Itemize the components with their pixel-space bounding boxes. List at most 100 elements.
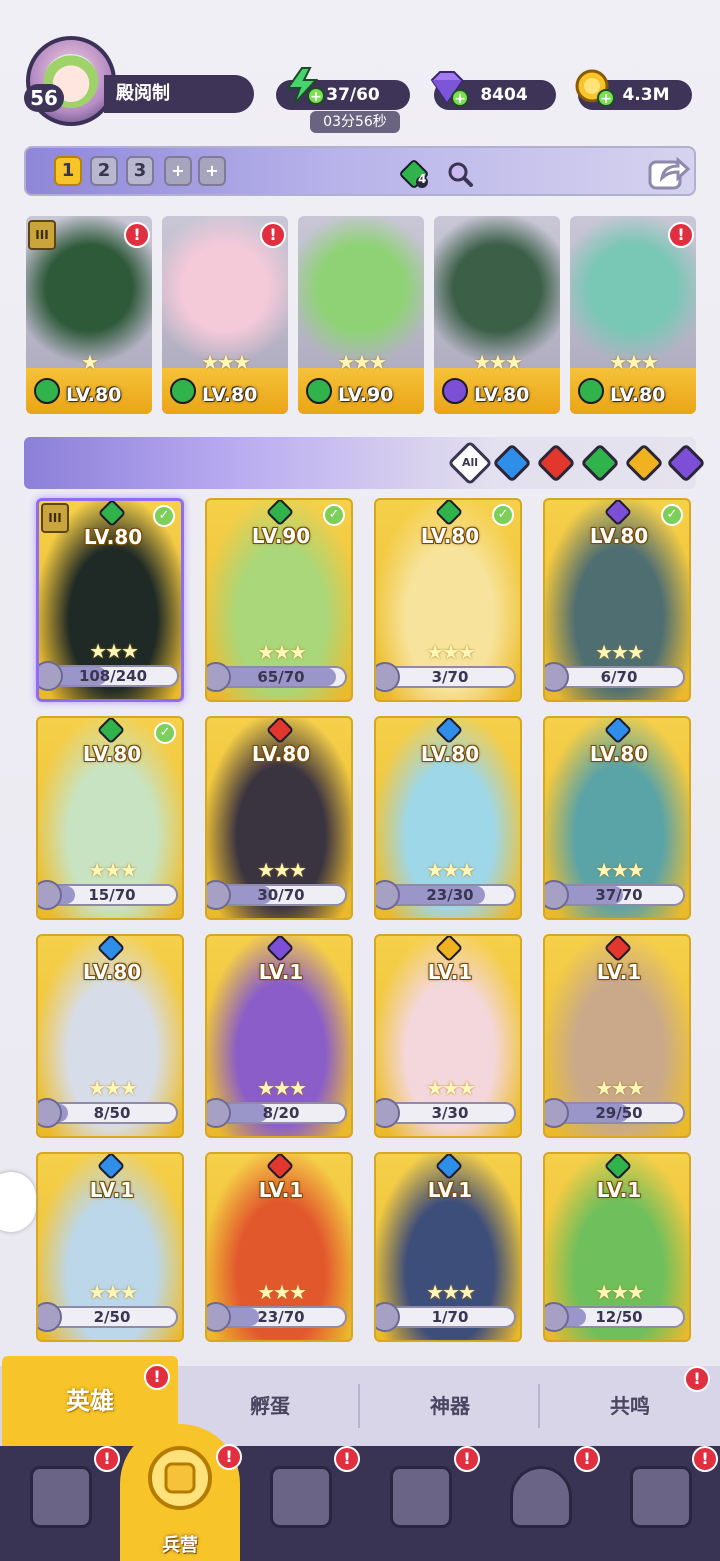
alert-icon: ! [334,1446,360,1472]
hero-card[interactable]: LV.90 ✓ ★★★ 65/70 [205,498,353,702]
star-rating: ★★★ [609,350,659,374]
alert-icon: ! [684,1366,710,1392]
add-team-button[interactable]: + [164,156,192,186]
share-icon[interactable] [646,152,690,192]
hero-card[interactable]: LV.80 ✓ ★★★ 15/70 [36,716,184,920]
team-tab-1[interactable]: 1 [54,156,82,186]
hero-card[interactable]: LV.1 ★★★ 2/50 [36,1152,184,1342]
shard-progress-text: 1/70 [431,1308,469,1326]
shard-progress-text: 65/70 [257,668,305,686]
shard-progress-bar: 30/70 [215,884,347,906]
hero-level: LV.80 [82,960,142,984]
barracks-icon [148,1446,212,1510]
nav-cards[interactable]: ! [0,1446,120,1561]
add-team-button-2[interactable]: + [198,156,226,186]
alert-icon: ! [94,1446,120,1472]
shard-progress-bar: 2/50 [46,1306,178,1328]
nav-shield[interactable]: ! [600,1446,720,1561]
hero-level: LV.80 [420,524,480,548]
hero-card[interactable]: LV.80 ✓ ★★★ 3/70 [374,498,522,702]
team-element-count: 4 [418,172,427,186]
shard-progress-bar: 3/30 [384,1102,516,1124]
dark-element-icon [442,378,468,404]
hero-card[interactable]: LV.80 ✓ ★★★ 6/70 [543,498,691,702]
shard-progress-text: 8/20 [262,1104,300,1122]
team-hero-card[interactable]: ★ LV.80! III [26,216,152,414]
filter-fire-button[interactable] [536,443,576,483]
team-hero-card[interactable]: ★★★ LV.80 [434,216,560,414]
nav-map[interactable]: ! [240,1446,360,1561]
star-rating: ★★★ [257,1280,307,1304]
cards-icon [30,1466,92,1528]
hero-card[interactable]: LV.1 ★★★ 12/50 [543,1152,691,1342]
shard-progress-bar: 6/70 [553,666,685,688]
nav-castle[interactable]: ! [360,1446,480,1561]
hero-card[interactable]: LV.1 ★★★ 8/20 [205,934,353,1138]
hero-level: LV.80 [251,742,311,766]
search-icon[interactable] [446,160,474,188]
filter-water-button[interactable] [492,443,532,483]
hero-card[interactable]: LV.80 ★★★ 23/30 [374,716,522,920]
hero-card[interactable]: LV.80 ★★★ 37/70 [543,716,691,920]
star-rating: ★★★ [89,639,139,663]
star-rating: ★★★ [426,640,476,664]
team-tab-2[interactable]: 2 [90,156,118,186]
filter-dark-button[interactable] [666,443,706,483]
filter-all-button[interactable]: All [447,440,493,486]
shard-progress-text: 30/70 [257,886,305,904]
star-rating: ★★★ [257,858,307,882]
shard-progress-text: 15/70 [88,886,136,904]
star-rating: ★★★ [337,350,387,374]
shard-progress-bar: 3/70 [384,666,516,688]
team-tab-3[interactable]: 3 [126,156,154,186]
nature-element-icon [170,378,196,404]
shield-icon [630,1466,692,1528]
team-hero-card[interactable]: ★★★ LV.80! [162,216,288,414]
shard-progress-text: 3/30 [431,1104,469,1122]
alert-icon: ! [454,1446,480,1472]
player-avatar[interactable] [26,36,116,126]
hero-level: LV.80 [82,742,142,766]
hero-level: LV.80 [66,384,122,406]
energy-timer: 03分56秒 [310,111,400,133]
shard-progress-bar: 15/70 [46,884,178,906]
star-rating: ★★★ [426,858,476,882]
hero-level: LV.1 [258,960,304,984]
hero-level: LV.80 [202,384,258,406]
star-rating: ★★★ [426,1280,476,1304]
hero-card[interactable]: LV.80 ✓ III ★★★ 108/240 [36,498,184,702]
svg-text:+: + [600,91,612,107]
gold-value: 4.3M [622,85,670,105]
team-hero-card[interactable]: ★★★ LV.90 [298,216,424,414]
element-filter-bar: All [24,437,706,489]
alert-icon: ! [260,222,286,248]
hero-level: LV.80 [589,524,649,548]
hero-subtabs: 英雄 孵蛋 神器 共鸣 ! ! [0,1356,720,1446]
star-rating: ★★★ [473,350,523,374]
hero-card[interactable]: LV.1 ★★★ 29/50 [543,934,691,1138]
hero-card[interactable]: LV.80 ★★★ 30/70 [205,716,353,920]
hero-card[interactable]: LV.80 ★★★ 8/50 [36,934,184,1138]
nav-barracks[interactable]: 兵营 ! [120,1424,242,1561]
hero-level: LV.1 [89,1178,135,1202]
alert-icon: ! [574,1446,600,1472]
tab-artifacts[interactable]: 神器 [360,1366,540,1446]
check-icon: ✓ [323,504,345,526]
hero-card[interactable]: LV.1 ★★★ 1/70 [374,1152,522,1342]
side-chat-avatar[interactable] [0,1172,36,1232]
hero-card[interactable]: LV.1 ★★★ 3/30 [374,934,522,1138]
nav-guild[interactable]: ! [480,1446,600,1561]
shard-progress-bar: 65/70 [215,666,347,688]
hero-level: LV.1 [596,960,642,984]
hero-card[interactable]: LV.1 ★★★ 23/70 [205,1152,353,1342]
alert-icon: ! [124,222,150,248]
team-hero-card[interactable]: ★★★ LV.80! [570,216,696,414]
hero-level: LV.1 [427,1178,473,1202]
castle-icon [390,1466,452,1528]
check-icon: ✓ [492,504,514,526]
star-rating: ★★★ [595,1280,645,1304]
filter-light-button[interactable] [624,443,664,483]
filter-nature-button[interactable] [580,443,620,483]
shard-progress-bar: 12/50 [553,1306,685,1328]
hero-level: LV.80 [474,384,530,406]
